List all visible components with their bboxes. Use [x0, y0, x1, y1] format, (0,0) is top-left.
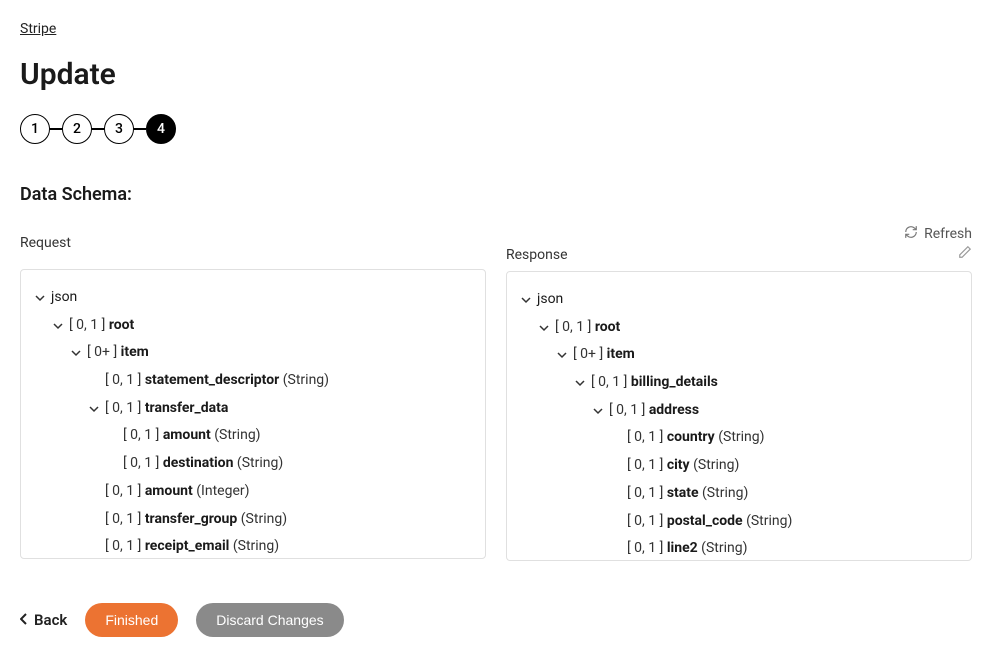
chevron-down-icon[interactable] [555, 348, 569, 362]
tree-node-label: [ 0, 1 ] root [69, 315, 134, 337]
response-tree-row: [ 0, 1 ] postal_code (String) [519, 508, 959, 536]
chevron-down-icon[interactable] [87, 402, 101, 416]
tree-spacer [609, 514, 623, 528]
tree-node-label: [ 0, 1 ] statement_descriptor (String) [105, 370, 329, 392]
response-column: Response Refresh json [ 0, 1 ] root [ 0+ ]… [506, 225, 972, 561]
tree-node-label: [ 0, 1 ] amount (String) [123, 425, 261, 447]
tree-node-label: [ 0, 1 ] country (String) [627, 427, 765, 449]
pencil-icon [958, 247, 972, 263]
chevron-down-icon[interactable] [33, 291, 47, 305]
response-tree-row: [ 0+ ] item [519, 341, 959, 369]
response-tree-row: [ 0, 1 ] state (String) [519, 480, 959, 508]
request-schema-box: json [ 0, 1 ] root [ 0+ ] item [ 0, 1 ] sta… [20, 269, 486, 559]
step-connector [134, 128, 146, 130]
tree-node-label: [ 0, 1 ] destination (String) [123, 453, 283, 475]
tree-node-label: [ 0, 1 ] transfer_data [105, 398, 228, 420]
request-tree-row: [ 0, 1 ] receipt_email (String) [33, 533, 473, 559]
tree-node-label: [ 0, 1 ] billing_details [591, 372, 718, 394]
request-tree-row: [ 0+ ] item [33, 339, 473, 367]
tree-node-label: json [537, 289, 563, 311]
stepper: 1234 [20, 114, 972, 144]
response-tree-row: [ 0, 1 ] city (String) [519, 452, 959, 480]
request-tree-row: [ 0, 1 ] amount (String) [33, 422, 473, 450]
request-tree-row: [ 0, 1 ] root [33, 312, 473, 340]
tree-node-label: [ 0, 1 ] city (String) [627, 455, 739, 477]
step-3[interactable]: 3 [104, 114, 134, 144]
back-button[interactable]: Back [20, 611, 67, 629]
tree-spacer [609, 431, 623, 445]
refresh-button[interactable]: Refresh [904, 225, 972, 243]
tree-spacer [87, 512, 101, 526]
finished-button[interactable]: Finished [85, 603, 178, 637]
chevron-down-icon[interactable] [537, 321, 551, 335]
chevron-left-icon [20, 611, 28, 629]
step-4[interactable]: 4 [146, 114, 176, 144]
page-title: Update [20, 57, 972, 92]
response-tree-row: [ 0, 1 ] billing_details [519, 369, 959, 397]
response-schema-box: json [ 0, 1 ] root [ 0+ ] item [ 0, 1 ] bil… [506, 271, 972, 561]
request-tree-row: [ 0, 1 ] statement_descriptor (String) [33, 367, 473, 395]
response-tree-row: [ 0, 1 ] line2 (String) [519, 535, 959, 561]
tree-node-label: [ 0, 1 ] amount (Integer) [105, 481, 250, 503]
request-tree-row: json [33, 284, 473, 312]
section-title: Data Schema: [20, 184, 972, 205]
tree-spacer [609, 487, 623, 501]
request-label: Request [20, 235, 71, 251]
chevron-down-icon[interactable] [573, 376, 587, 390]
step-connector [50, 128, 62, 130]
tree-node-label: [ 0+ ] item [87, 342, 149, 364]
refresh-label: Refresh [924, 226, 972, 242]
tree-spacer [609, 459, 623, 473]
tree-node-label: [ 0, 1 ] address [609, 400, 699, 422]
step-connector [92, 128, 104, 130]
request-column: Request json [ 0, 1 ] root [ 0+ ] item [ 0,… [20, 225, 486, 561]
breadcrumb[interactable]: Stripe [20, 21, 56, 37]
step-2[interactable]: 2 [62, 114, 92, 144]
edit-button[interactable] [958, 245, 972, 263]
response-tree-row: json [519, 286, 959, 314]
tree-node-label: [ 0, 1 ] state (String) [627, 483, 748, 505]
request-tree-row: [ 0, 1 ] destination (String) [33, 450, 473, 478]
step-1[interactable]: 1 [20, 114, 50, 144]
response-tree-row: [ 0, 1 ] country (String) [519, 424, 959, 452]
discard-button[interactable]: Discard Changes [196, 603, 343, 637]
tree-node-label: [ 0, 1 ] receipt_email (String) [105, 536, 279, 558]
chevron-down-icon[interactable] [519, 293, 533, 307]
tree-node-label: [ 0, 1 ] root [555, 317, 620, 339]
tree-node-label: json [51, 287, 77, 309]
chevron-down-icon[interactable] [69, 346, 83, 360]
tree-spacer [609, 542, 623, 556]
refresh-icon [904, 225, 918, 243]
chevron-down-icon[interactable] [51, 319, 65, 333]
chevron-down-icon[interactable] [591, 404, 605, 418]
request-tree-row: [ 0, 1 ] transfer_group (String) [33, 506, 473, 534]
tree-spacer [105, 429, 119, 443]
request-tree-row: [ 0, 1 ] transfer_data [33, 395, 473, 423]
tree-spacer [105, 457, 119, 471]
response-tree-row: [ 0, 1 ] root [519, 314, 959, 342]
back-label: Back [34, 611, 67, 629]
tree-node-label: [ 0, 1 ] line2 (String) [627, 538, 747, 560]
tree-spacer [87, 374, 101, 388]
response-label: Response [506, 247, 568, 263]
tree-spacer [87, 540, 101, 554]
tree-node-label: [ 0, 1 ] postal_code (String) [627, 511, 792, 533]
tree-spacer [87, 485, 101, 499]
tree-node-label: [ 0+ ] item [573, 344, 635, 366]
response-tree-row: [ 0, 1 ] address [519, 397, 959, 425]
request-tree-row: [ 0, 1 ] amount (Integer) [33, 478, 473, 506]
tree-node-label: [ 0, 1 ] transfer_group (String) [105, 509, 287, 531]
